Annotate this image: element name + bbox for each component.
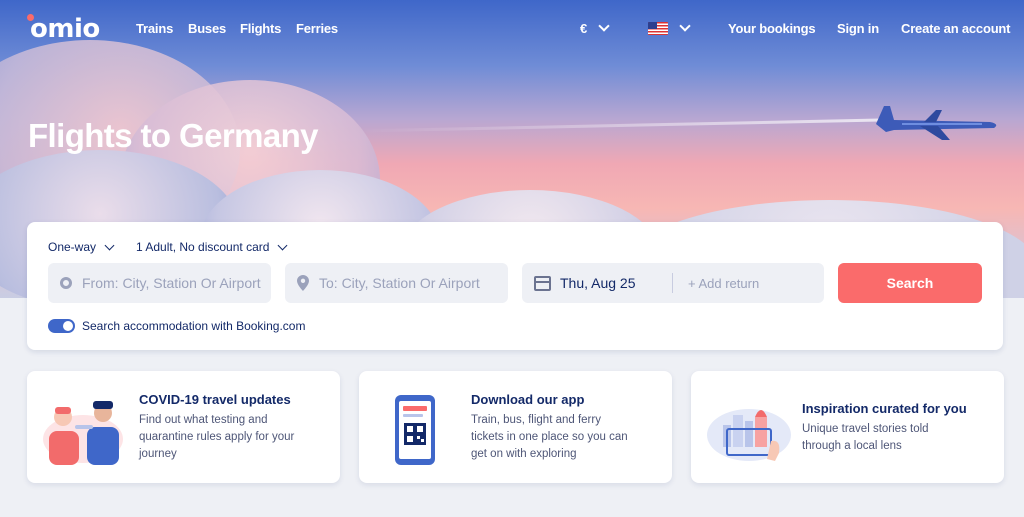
- accommodation-toggle-label: Search accommodation with Booking.com: [82, 319, 306, 333]
- contrail: [360, 118, 880, 133]
- promo-title: Download our app: [471, 392, 585, 407]
- sign-in-link[interactable]: Sign in: [837, 21, 879, 36]
- city-tablet-illustration: [707, 409, 791, 461]
- promo-title: COVID-19 travel updates: [139, 392, 291, 407]
- promo-card-inspiration[interactable]: Inspiration curated for you Unique trave…: [691, 371, 1004, 483]
- covid-testing-illustration: [43, 401, 123, 465]
- location-circle-icon: [60, 277, 72, 289]
- chevron-down-icon[interactable]: [598, 20, 610, 32]
- from-input[interactable]: From: City, Station Or Airport: [82, 275, 262, 291]
- chevron-down-icon[interactable]: [104, 240, 115, 251]
- calendar-icon: [534, 276, 551, 291]
- date-field[interactable]: Thu, Aug 25 + Add return: [522, 263, 824, 303]
- phone-qr-illustration: [395, 395, 435, 465]
- divider: [672, 273, 673, 293]
- accommodation-toggle[interactable]: [48, 319, 75, 333]
- create-account-link[interactable]: Create an account: [901, 21, 1011, 36]
- chevron-down-icon[interactable]: [277, 240, 288, 251]
- us-flag-icon[interactable]: [648, 22, 668, 35]
- promo-title: Inspiration curated for you: [802, 401, 967, 416]
- nav-ferries[interactable]: Ferries: [296, 21, 338, 36]
- promo-card-covid[interactable]: COVID-19 travel updates Find out what te…: [27, 371, 340, 483]
- to-field[interactable]: To: City, Station Or Airport: [285, 263, 508, 303]
- search-button[interactable]: Search: [838, 263, 982, 303]
- add-return-button[interactable]: + Add return: [688, 276, 759, 291]
- nav-trains[interactable]: Trains: [136, 21, 173, 36]
- nav-flights[interactable]: Flights: [240, 21, 281, 36]
- to-input[interactable]: To: City, Station Or Airport: [319, 275, 504, 291]
- map-pin-icon: [297, 275, 309, 291]
- chevron-down-icon[interactable]: [679, 20, 691, 32]
- currency-selector[interactable]: €: [580, 21, 587, 36]
- promo-description: Unique travel stories told through a loc…: [802, 423, 929, 452]
- omio-logo[interactable]: omio: [30, 14, 100, 44]
- nav-buses[interactable]: Buses: [188, 21, 226, 36]
- your-bookings-link[interactable]: Your bookings: [728, 21, 816, 36]
- promo-description: Find out what testing and quarantine rul…: [139, 414, 295, 460]
- search-form: One-way 1 Adult, No discount card From: …: [27, 222, 1003, 350]
- trip-type-selector[interactable]: One-way: [48, 240, 96, 254]
- top-navigation: omio Trains Buses Flights Ferries € Your…: [0, 0, 1024, 56]
- airplane-icon: [876, 106, 997, 140]
- promo-description: Train, bus, flight and ferry tickets in …: [471, 414, 628, 460]
- page-title: Flights to Germany: [28, 117, 319, 154]
- departure-date[interactable]: Thu, Aug 25: [560, 275, 636, 291]
- passenger-selector[interactable]: 1 Adult, No discount card: [136, 240, 269, 254]
- from-field[interactable]: From: City, Station Or Airport: [48, 263, 271, 303]
- promo-card-app[interactable]: Download our app Train, bus, flight and …: [359, 371, 672, 483]
